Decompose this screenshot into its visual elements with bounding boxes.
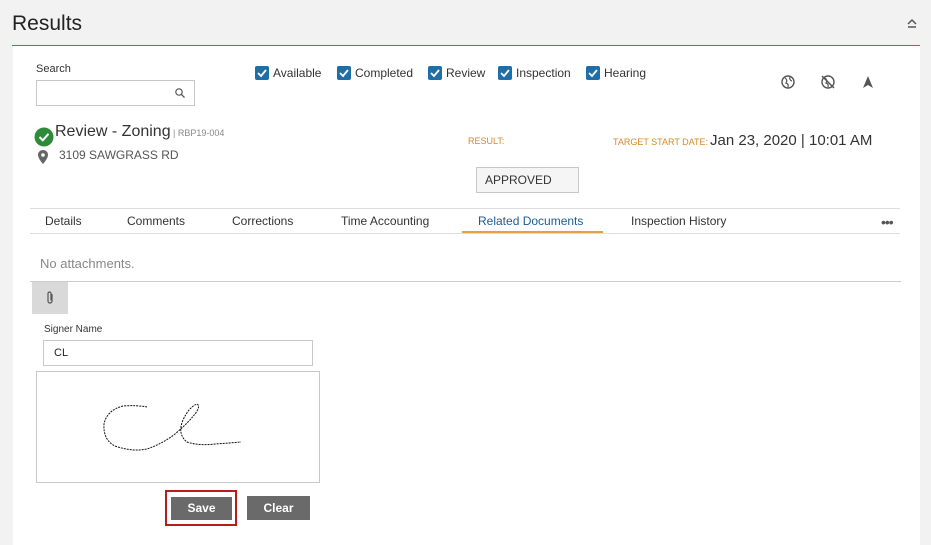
signature-drawing	[103, 403, 242, 451]
filter-inspection[interactable]: Inspection	[498, 65, 571, 81]
checkbox-checked-icon[interactable]	[498, 66, 512, 80]
attachments-divider	[30, 281, 901, 282]
page-title: Results	[12, 12, 83, 35]
filter-hearing[interactable]: Hearing	[586, 65, 646, 81]
result-field[interactable]: APPROVED	[476, 167, 579, 193]
filter-label: Available	[273, 66, 322, 80]
tab-details[interactable]: Details	[45, 214, 82, 228]
clear-button[interactable]: Clear	[247, 496, 310, 520]
globe-icon[interactable]	[780, 74, 796, 90]
tabs-divider-top	[30, 208, 900, 209]
chevron-up-icon[interactable]	[904, 15, 920, 31]
tabs-divider-bottom	[30, 233, 900, 234]
checkbox-checked-icon[interactable]	[337, 66, 351, 80]
filter-label: Inspection	[516, 66, 571, 80]
tab-related-documents[interactable]: Related Documents	[478, 214, 583, 228]
record-address: 3109 SAWGRASS RD	[59, 148, 179, 162]
signature-pad[interactable]	[36, 371, 320, 483]
result-label: RESULT:	[468, 136, 505, 146]
filter-label: Hearing	[604, 66, 647, 80]
checkbox-checked-icon[interactable]	[428, 66, 442, 80]
tab-comments[interactable]: Comments	[127, 214, 185, 228]
filter-completed[interactable]: Completed	[337, 65, 413, 81]
record-title: Review - Zoning	[55, 123, 171, 140]
tab-time-accounting[interactable]: Time Accounting	[341, 214, 429, 228]
navigation-arrow-icon[interactable]	[860, 74, 876, 90]
more-options-icon[interactable]: •••	[881, 214, 894, 230]
results-panel: Search Available Completed Review Inspec…	[13, 46, 920, 545]
results-header: Results	[0, 0, 931, 46]
search-input[interactable]	[36, 80, 195, 106]
filter-label: Completed	[355, 66, 414, 80]
globe-off-icon[interactable]	[820, 74, 836, 90]
empty-attachments-text: No attachments.	[40, 256, 135, 271]
record-id: | RBP19-004	[173, 128, 225, 138]
target-start-label: TARGET START DATE:	[613, 137, 709, 147]
check-circle-icon	[34, 127, 54, 147]
tab-inspection-history[interactable]: Inspection History	[631, 214, 726, 228]
signer-name-label: Signer Name	[44, 324, 103, 335]
filter-label: Review	[446, 66, 486, 80]
search-label: Search	[36, 63, 71, 75]
search-icon	[175, 88, 185, 98]
filter-review[interactable]: Review	[428, 65, 485, 81]
paperclip-icon	[47, 291, 53, 304]
signer-name-input[interactable]: CL	[43, 340, 313, 366]
checkbox-checked-icon[interactable]	[255, 66, 269, 80]
save-button[interactable]: Save	[171, 497, 232, 520]
map-pin-icon	[38, 150, 48, 164]
filter-available[interactable]: Available	[255, 65, 321, 81]
tab-corrections[interactable]: Corrections	[232, 214, 293, 228]
checkbox-checked-icon[interactable]	[586, 66, 600, 80]
target-start-value: Jan 23, 2020 | 10:01 AM	[710, 132, 873, 149]
attach-file-button[interactable]	[32, 282, 68, 314]
